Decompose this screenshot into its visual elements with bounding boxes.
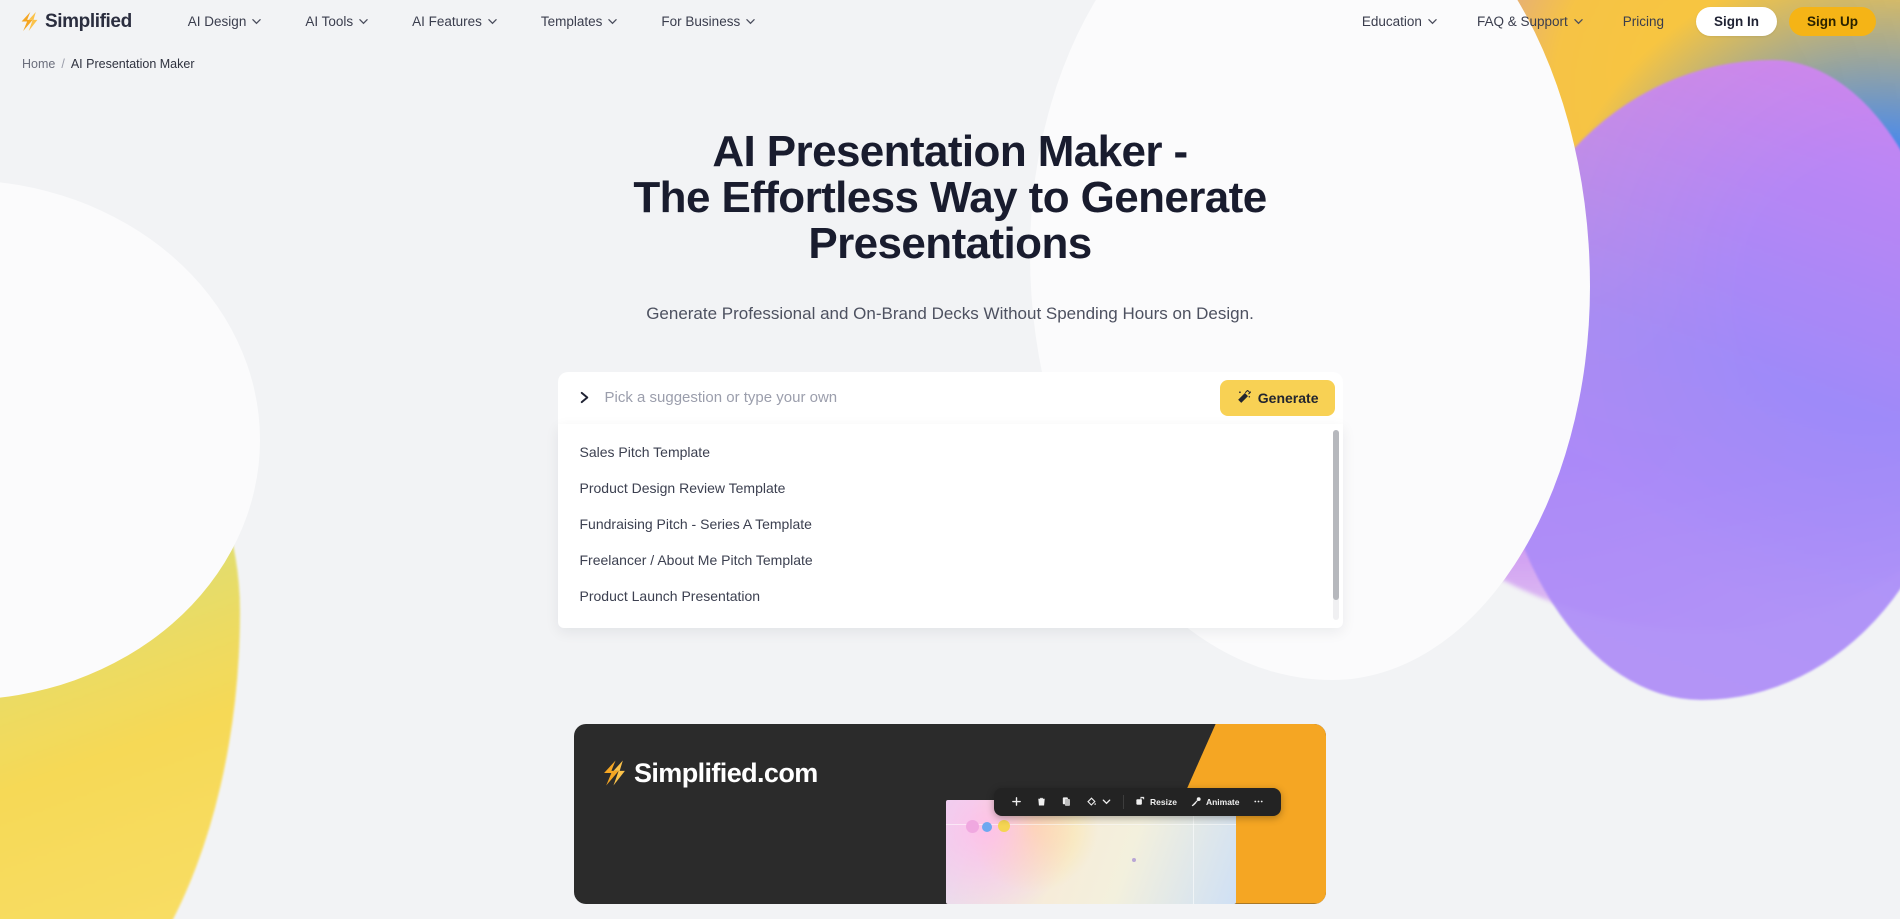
trash-icon <box>1038 797 1045 806</box>
sign-up-button[interactable]: Sign Up <box>1789 7 1876 36</box>
toolbar-animate-label: Animate <box>1205 796 1240 807</box>
canvas-dot-pink <box>966 819 979 833</box>
chevron-down-icon <box>608 19 618 25</box>
magic-wand-icon <box>1237 390 1251 403</box>
chevron-right-icon <box>580 391 588 404</box>
brand-name: Simplified <box>45 10 132 32</box>
page-title-line-3: Presentations <box>808 219 1092 269</box>
canvas-dot-yellow <box>998 819 1010 832</box>
preview-watermark: Simplified.com <box>602 758 818 789</box>
toolbar-delete-button[interactable] <box>1029 796 1054 807</box>
product-demo-preview[interactable]: Simplified.com Resize Animate <box>574 723 1326 904</box>
chevron-down-icon <box>1574 19 1583 25</box>
nav-item-faq-support[interactable]: FAQ & Support <box>1457 8 1603 35</box>
plus-icon <box>1012 797 1021 806</box>
generate-button-label: Generate <box>1257 389 1319 406</box>
toolbar-color-button[interactable] <box>1079 796 1119 807</box>
nav-item-label: AI Features <box>412 14 482 29</box>
top-navigation-bar: Simplified AI Design AI Tools AI Feature… <box>0 0 1900 43</box>
suggestion-item[interactable]: Product Design Review Template <box>558 470 1343 506</box>
nav-item-ai-tools[interactable]: AI Tools <box>283 8 390 35</box>
nav-item-templates[interactable]: Templates <box>519 8 640 35</box>
simplified-bolt-logo-icon <box>21 12 38 31</box>
primary-nav: AI Design AI Tools AI Features Templates… <box>166 8 777 35</box>
chevron-down-icon <box>1428 19 1437 25</box>
suggestion-item[interactable]: Fundraising Pitch - Series A Template <box>558 506 1343 542</box>
page-title-line-2: The Effortless Way to Generate <box>633 173 1267 223</box>
toolbar-duplicate-button[interactable] <box>1054 796 1079 807</box>
resize-icon <box>1136 796 1145 805</box>
toolbar-more-button[interactable] <box>1246 796 1271 807</box>
chevron-down-icon <box>746 19 755 25</box>
toolbar-animate-button[interactable]: Animate <box>1184 796 1247 807</box>
sign-in-button[interactable]: Sign In <box>1696 7 1777 36</box>
brand-logo[interactable]: Simplified <box>20 11 132 33</box>
prompt-search-area: Generate Sales Pitch Template Product De… <box>557 371 1343 628</box>
simplified-bolt-logo-icon <box>604 760 625 786</box>
gradient-blob-left <box>0 330 240 919</box>
chevron-down-icon <box>252 19 262 25</box>
suggestions-scrollbar-thumb[interactable] <box>1332 429 1339 600</box>
page-title: AI Presentation Maker - The Effortless W… <box>570 127 1330 269</box>
breadcrumb: Home / AI Presentation Maker <box>0 43 1900 71</box>
page-subtitle: Generate Professional and On-Brand Decks… <box>646 303 1254 323</box>
nav-item-for-business[interactable]: For Business <box>639 8 777 35</box>
nav-item-label: Education <box>1361 14 1422 29</box>
toolbar-resize-label: Resize <box>1150 796 1177 807</box>
chevron-down-icon <box>1102 799 1111 805</box>
nav-item-ai-features[interactable]: AI Features <box>390 8 519 35</box>
hero-section: AI Presentation Maker - The Effortless W… <box>0 71 1900 324</box>
ellipsis-icon <box>1254 800 1264 803</box>
suggestions-dropdown: Sales Pitch Template Product Design Revi… <box>557 423 1343 628</box>
secondary-nav: Education FAQ & Support Pricing Sign In … <box>1342 7 1880 36</box>
nav-item-label: Templates <box>540 14 603 29</box>
nav-item-ai-design[interactable]: AI Design <box>166 8 284 35</box>
toolbar-add-button[interactable] <box>1004 796 1029 807</box>
nav-item-label: AI Design <box>187 14 247 29</box>
chevron-down-icon <box>359 19 368 25</box>
nav-item-label: Pricing <box>1622 14 1664 29</box>
suggestions-scrollbar-track[interactable] <box>1332 429 1339 620</box>
animate-icon <box>1191 797 1201 807</box>
breadcrumb-separator: / <box>61 57 65 71</box>
nav-item-label: AI Tools <box>305 14 354 29</box>
page-title-line-1: AI Presentation Maker - <box>712 127 1188 176</box>
prompt-search-input[interactable] <box>590 389 1220 407</box>
copy-icon <box>1062 797 1070 806</box>
suggestion-item[interactable]: Freelancer / About Me Pitch Template <box>558 542 1343 578</box>
nav-item-pricing[interactable]: Pricing <box>1603 8 1684 35</box>
breadcrumb-current-page: AI Presentation Maker <box>70 57 195 71</box>
nav-item-label: FAQ & Support <box>1476 14 1568 29</box>
paint-bucket-icon <box>1087 797 1096 806</box>
suggestion-item[interactable]: Product Launch Presentation <box>558 578 1343 614</box>
chevron-down-icon <box>488 19 497 25</box>
nav-item-education[interactable]: Education <box>1342 8 1457 35</box>
suggestion-item[interactable]: Sales Pitch Template <box>558 434 1343 470</box>
prompt-search-bar: Generate <box>557 371 1343 424</box>
editor-floating-toolbar: Resize Animate <box>994 787 1282 816</box>
toolbar-resize-button[interactable]: Resize <box>1128 796 1184 807</box>
preview-watermark-text: Simplified.com <box>634 757 818 788</box>
breadcrumb-home-link[interactable]: Home <box>22 57 55 71</box>
toolbar-divider <box>1123 794 1124 809</box>
canvas-dot-small <box>1132 857 1136 862</box>
canvas-dot-blue <box>982 821 992 832</box>
generate-button[interactable]: Generate <box>1219 379 1335 416</box>
nav-item-label: For Business <box>661 14 741 29</box>
